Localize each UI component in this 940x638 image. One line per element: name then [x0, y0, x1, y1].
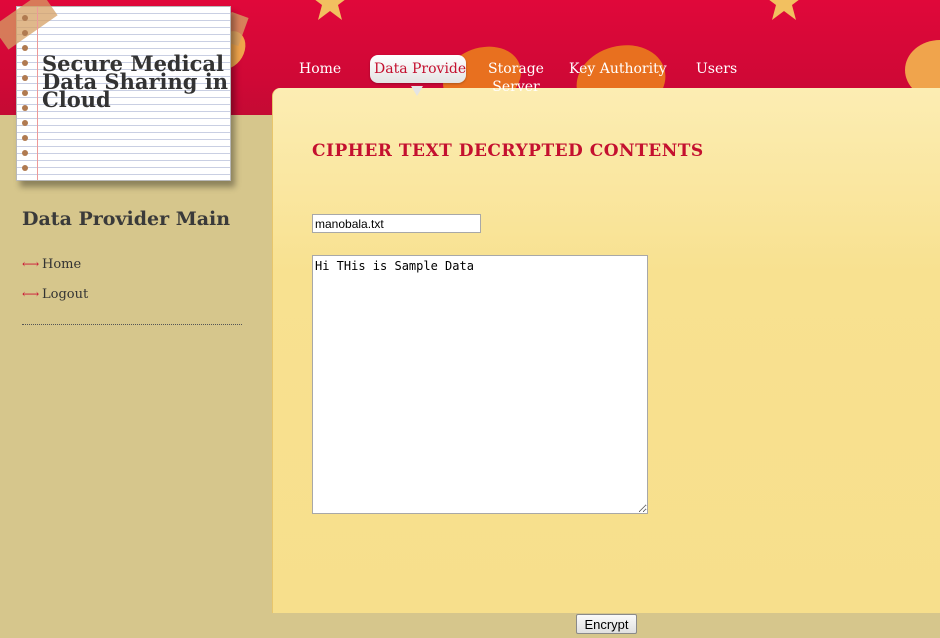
- sidebar-item-label: Logout: [42, 286, 89, 302]
- nav-item-storage-server[interactable]: Storage Server: [486, 60, 546, 96]
- site-title: Secure Medical Data Sharing in Cloud: [42, 51, 229, 112]
- arrow-icon: ⟷: [22, 257, 40, 271]
- arrow-icon: ⟷: [22, 287, 40, 301]
- nav-item-users[interactable]: Users: [696, 60, 737, 78]
- sidebar-menu: ⟷ Home ⟷ Logout: [22, 249, 88, 309]
- encrypt-button[interactable]: Encrypt: [576, 614, 637, 634]
- content-panel: CIPHER TEXT DECRYPTED CONTENTS Hi THis i…: [272, 88, 940, 613]
- page-title: CIPHER TEXT DECRYPTED CONTENTS: [312, 141, 704, 161]
- sidebar-item-label: Home: [42, 256, 82, 272]
- nav-item-data-provider[interactable]: Data Provider: [370, 55, 466, 83]
- nav-item-home[interactable]: Home: [299, 60, 341, 78]
- nav-active-pointer: [411, 86, 423, 96]
- site-logo: Secure Medical Data Sharing in Cloud: [0, 0, 231, 181]
- content-textarea[interactable]: Hi THis is Sample Data: [312, 255, 648, 514]
- sidebar-divider: [22, 324, 242, 325]
- filename-input[interactable]: [312, 214, 481, 233]
- nav-item-key-authority[interactable]: Key Authority: [569, 60, 667, 78]
- sidebar-item-home[interactable]: ⟷ Home: [22, 249, 88, 279]
- sidebar-item-logout[interactable]: ⟷ Logout: [22, 279, 88, 309]
- sidebar-title: Data Provider Main: [22, 208, 231, 230]
